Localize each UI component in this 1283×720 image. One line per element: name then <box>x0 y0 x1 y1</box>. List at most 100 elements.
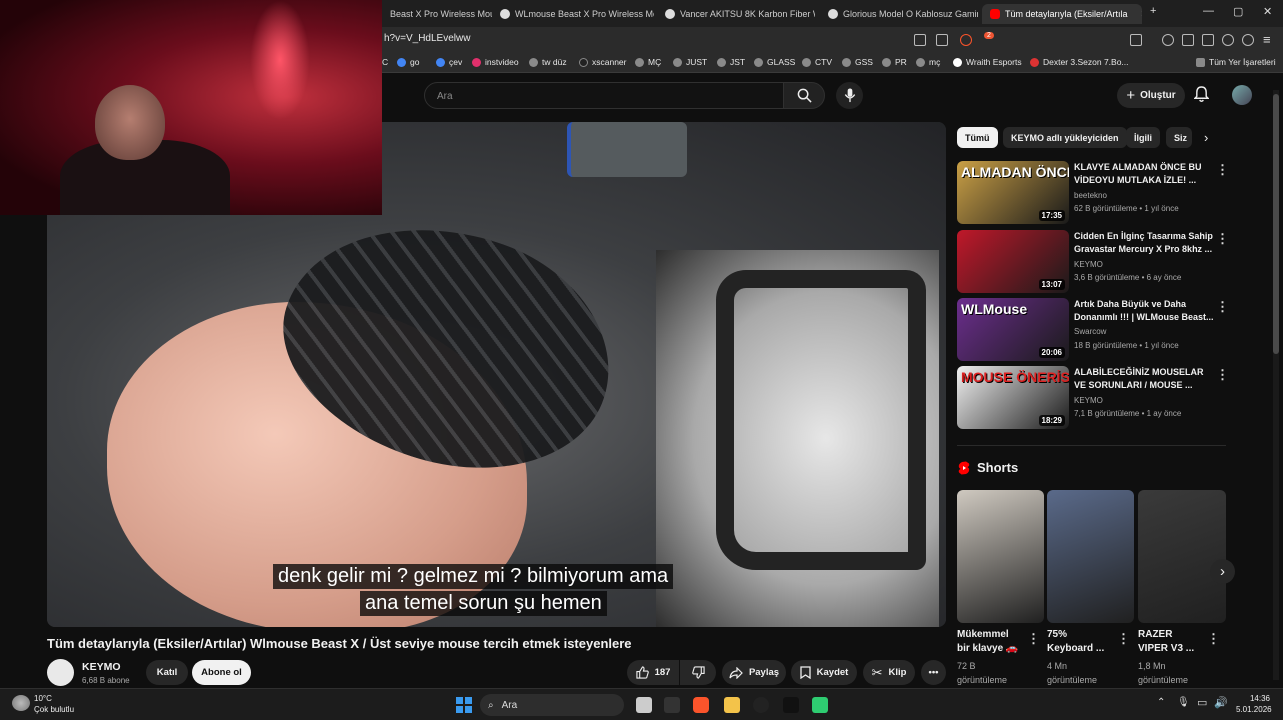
more-vert-icon[interactable]: ⋮ <box>1117 631 1130 647</box>
bookmark[interactable]: GSS <box>842 57 873 67</box>
page-scrollbar[interactable] <box>1273 90 1279 680</box>
short-thumbnail[interactable] <box>1138 490 1226 623</box>
browser-tab[interactable]: Glorious Model O Kablosuz Gaming <box>820 4 978 24</box>
more-vert-icon[interactable]: ⋮ <box>1216 231 1229 247</box>
chevron-right-icon[interactable]: › <box>1204 130 1208 145</box>
chip-for-you[interactable]: Siz <box>1166 127 1192 148</box>
related-title[interactable]: ALABİLECEĞİNİZ MOUSELAR VE SORUNLARI / M… <box>1074 366 1214 392</box>
weather-temp[interactable]: 10°C <box>34 694 52 703</box>
voice-search-button[interactable] <box>836 82 863 109</box>
music-icon[interactable] <box>1162 34 1174 46</box>
join-button[interactable]: Katıl <box>146 660 188 685</box>
bookmark[interactable]: çev <box>436 57 462 67</box>
bookmark[interactable]: instvideo <box>472 57 519 67</box>
bookmark[interactable]: mç <box>916 57 940 67</box>
share-button[interactable]: Paylaş <box>722 660 786 685</box>
clock-time[interactable]: 14:36 <box>1236 694 1270 703</box>
chip-from-uploader[interactable]: KEYMO adlı yükleyiciden <box>1003 127 1127 148</box>
browser-tab[interactable]: Beast X Pro Wireless Mou <box>382 4 492 24</box>
url-field[interactable]: h?v=V_HdLEvelww <box>384 33 470 44</box>
short-thumbnail[interactable] <box>1047 490 1134 623</box>
short-title[interactable]: RAZER VIPER V3 ... <box>1138 628 1194 656</box>
browser-tab-active[interactable]: Tüm detaylarıyla (Eksiler/Artıla ✕ <box>982 4 1142 24</box>
bookmark[interactable]: GLASS <box>754 57 795 67</box>
wallet-icon[interactable] <box>1202 34 1214 46</box>
task-view-icon[interactable] <box>636 697 652 713</box>
related-channel[interactable]: KEYMO <box>1074 260 1103 269</box>
bookmark[interactable]: PR <box>882 57 907 67</box>
chip-related[interactable]: İlgili <box>1126 127 1160 148</box>
short-thumbnail[interactable] <box>957 490 1044 623</box>
app-icon[interactable] <box>664 697 680 713</box>
clip-button[interactable]: ✂ Klip <box>863 660 915 685</box>
bookmark[interactable]: JUST <box>673 57 707 67</box>
subscribe-button[interactable]: Abone ol <box>192 660 251 685</box>
scrollbar-thumb[interactable] <box>1273 94 1279 354</box>
bookmark[interactable]: C <box>382 57 388 67</box>
leo-icon[interactable] <box>1222 34 1234 46</box>
close-window-icon[interactable]: ✕ <box>1263 5 1272 18</box>
channel-avatar[interactable] <box>47 659 74 686</box>
microphone-icon[interactable]: 🎙 <box>1177 697 1190 708</box>
new-tab-icon[interactable]: + <box>1150 5 1156 17</box>
obs-icon[interactable] <box>783 697 799 713</box>
notifications-button[interactable] <box>1193 86 1210 108</box>
volume-icon[interactable]: 🔊 <box>1214 696 1228 709</box>
rewards-badge[interactable]: 2 <box>984 32 994 39</box>
reader-icon[interactable] <box>1130 34 1142 46</box>
menu-icon[interactable]: ≡ <box>1263 32 1271 47</box>
related-thumbnail[interactable]: 13:07 <box>957 230 1069 293</box>
more-actions-button[interactable]: ••• <box>921 660 946 685</box>
bookmark[interactable]: MÇ <box>635 57 661 67</box>
vpn-icon[interactable] <box>1242 34 1254 46</box>
windows-start-icon[interactable] <box>456 697 472 713</box>
bookmarks-folder[interactable]: Tüm Yer İşaretleri <box>1196 57 1276 67</box>
bookmark[interactable]: Wraith Esports <box>953 57 1022 67</box>
close-tab-icon[interactable]: ✕ <box>1141 9 1142 20</box>
maximize-icon[interactable]: ▢ <box>1233 5 1243 18</box>
more-vert-icon[interactable]: ⋮ <box>1207 631 1220 647</box>
short-title[interactable]: Mükemmel bir klavye 🚗 <box>957 628 1018 656</box>
bookmark[interactable]: xscanner <box>579 57 627 67</box>
search-input[interactable]: Ara <box>424 82 784 109</box>
bookmark[interactable]: tw düz <box>529 57 567 67</box>
bookmark[interactable]: CTV <box>802 57 832 67</box>
bookmark[interactable]: JST <box>717 57 745 67</box>
related-thumbnail[interactable]: WLMouse 20:06 <box>957 298 1069 361</box>
more-vert-icon[interactable]: ⋮ <box>1216 367 1229 383</box>
related-channel[interactable]: KEYMO <box>1074 396 1103 405</box>
search-button[interactable] <box>783 82 825 109</box>
related-title[interactable]: Artık Daha Büyük ve Daha Donanımlı !!! |… <box>1074 298 1214 324</box>
like-button[interactable]: 187 <box>627 660 679 685</box>
related-thumbnail[interactable]: MOUSE ÖNERİSİ 18:29 <box>957 366 1069 429</box>
chevron-up-icon[interactable]: ⌃ <box>1157 697 1165 708</box>
dislike-button[interactable] <box>680 660 716 685</box>
screen-icon[interactable] <box>914 34 926 46</box>
browser-tab[interactable]: WLmouse Beast X Pro Wireless Mou <box>492 4 654 24</box>
taskbar-search[interactable]: ⌕ Ara <box>480 694 624 716</box>
share-icon[interactable] <box>936 34 948 46</box>
shorts-next-button[interactable]: › <box>1210 559 1235 584</box>
bookmark[interactable]: Dexter 3.Sezon 7.Bo... <box>1030 57 1129 67</box>
save-button[interactable]: Kaydet <box>791 660 857 685</box>
app-icon[interactable] <box>812 697 828 713</box>
sidebar-icon[interactable] <box>1182 34 1194 46</box>
minimize-icon[interactable]: — <box>1203 5 1214 17</box>
related-thumbnail[interactable]: ALMADAN ÖNCE! 17:35 <box>957 161 1069 224</box>
channel-name[interactable]: KEYMO <box>82 661 121 673</box>
more-vert-icon[interactable]: ⋮ <box>1216 162 1229 178</box>
related-channel[interactable]: beetekno <box>1074 191 1107 200</box>
browser-tab[interactable]: Vancer AKITSU 8K Karbon Fiber Wire <box>657 4 815 24</box>
short-title[interactable]: 75% Keyboard ... <box>1047 628 1104 656</box>
steam-icon[interactable] <box>753 697 769 713</box>
weather-desc[interactable]: Çok bulutlu <box>34 705 74 714</box>
file-explorer-icon[interactable] <box>724 697 740 713</box>
related-title[interactable]: KLAVYE ALMADAN ÖNCE BU VİDEOYU MUTLAKA İ… <box>1074 161 1214 187</box>
related-title[interactable]: Cidden En İlginç Tasarıma Sahip Gravasta… <box>1074 230 1214 256</box>
network-icon[interactable]: ▭ <box>1197 696 1207 709</box>
more-vert-icon[interactable]: ⋮ <box>1216 299 1229 315</box>
brave-browser-icon[interactable] <box>693 697 709 713</box>
account-avatar[interactable] <box>1232 85 1252 105</box>
brave-shield-icon[interactable] <box>960 34 972 46</box>
bookmark[interactable]: go <box>397 57 419 67</box>
